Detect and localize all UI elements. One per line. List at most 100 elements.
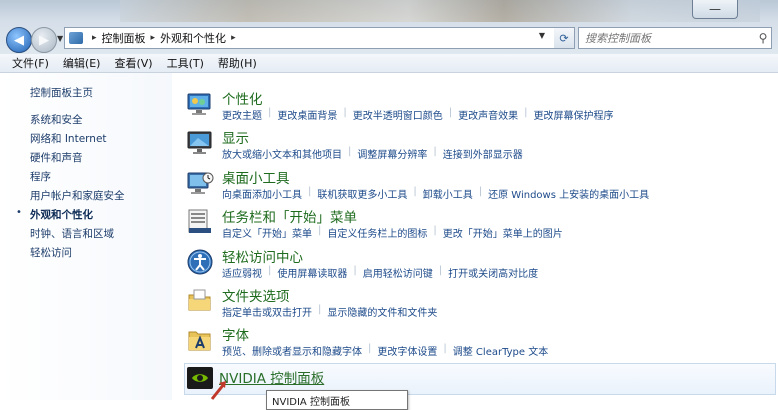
category-links: 更改主题 | 更改桌面背景 | 更改半透明窗口颜色 | 更改声音效果 | 更改屏幕保护程…: [222, 107, 620, 122]
category-title[interactable]: 显示: [222, 127, 249, 147]
recent-pages-dropdown[interactable]: ▼: [57, 34, 63, 43]
address-bar[interactable]: ▸ 控制面板 ▸ 外观和个性化 ▸ ▼: [64, 27, 568, 49]
link-text-size[interactable]: 放大或缩小文本和其他项目: [222, 146, 348, 161]
breadcrumb-control-panel[interactable]: 控制面板: [102, 30, 146, 46]
fonts-icon[interactable]: [186, 326, 214, 354]
sidebar-item-system-security[interactable]: 系统和安全: [30, 112, 83, 127]
link-resolution[interactable]: 调整屏幕分辨率: [357, 146, 433, 161]
link-divider: |: [433, 146, 437, 157]
breadcrumb-separator[interactable]: ▸: [92, 33, 97, 43]
sidebar-item-network[interactable]: 网络和 Internet: [30, 131, 107, 146]
link-change-screensaver[interactable]: 更改屏幕保护程序: [534, 107, 620, 122]
category-links: 放大或缩小文本和其他项目 | 调整屏幕分辨率 | 连接到外部显示器: [222, 146, 529, 161]
title-bar-background: [120, 0, 760, 22]
category-list: 个性化 更改主题 | 更改桌面背景 | 更改半透明窗口颜色 | 更改声音效果 | 更改屏…: [172, 73, 778, 400]
menu-help[interactable]: 帮助(H): [211, 55, 264, 71]
category-title[interactable]: 桌面小工具: [222, 167, 290, 187]
link-customize-taskbar-icons[interactable]: 自定义任务栏上的图标: [327, 225, 433, 240]
category-taskbar: 任务栏和「开始」菜单 自定义「开始」菜单 | 自定义任务栏上的图标 | 更改「开始」…: [186, 206, 776, 246]
link-divider: |: [443, 343, 447, 354]
taskbar-icon[interactable]: [186, 208, 214, 236]
minimize-icon: —: [709, 2, 721, 16]
search-input[interactable]: [579, 30, 755, 46]
link-divider: |: [348, 146, 352, 157]
nvidia-control-panel-link[interactable]: NVIDIA 控制面板: [219, 367, 324, 387]
sidebar-item-appearance[interactable]: 外观和个性化: [30, 207, 93, 222]
link-change-background[interactable]: 更改桌面背景: [277, 107, 343, 122]
link-customize-start[interactable]: 自定义「开始」菜单: [222, 225, 318, 240]
category-title[interactable]: 文件夹选项: [222, 285, 290, 305]
sidebar-item-hardware-sound[interactable]: 硬件和声音: [30, 150, 83, 165]
link-get-more-gadgets[interactable]: 联机获取更多小工具: [317, 186, 413, 201]
category-personalization: 个性化 更改主题 | 更改桌面背景 | 更改半透明窗口颜色 | 更改声音效果 | 更改屏…: [186, 88, 776, 128]
category-links: 自定义「开始」菜单 | 自定义任务栏上的图标 | 更改「开始」菜单上的图片: [222, 225, 569, 240]
category-title[interactable]: 轻松访问中心: [222, 246, 303, 266]
link-change-window-color[interactable]: 更改半透明窗口颜色: [353, 107, 449, 122]
sidebar-home-link[interactable]: 控制面板主页: [30, 85, 93, 100]
gadgets-icon[interactable]: [186, 169, 214, 197]
breadcrumb-appearance[interactable]: 外观和个性化: [160, 30, 226, 46]
menu-edit[interactable]: 编辑(E): [56, 55, 108, 71]
link-divider: |: [433, 225, 437, 236]
breadcrumb-separator[interactable]: ▸: [231, 33, 236, 43]
link-preview-fonts[interactable]: 预览、删除或者显示和隐藏字体: [222, 343, 368, 358]
control-panel-icon: [69, 32, 83, 44]
link-divider: |: [268, 265, 272, 276]
menu-bar: 文件(F) 编辑(E) 查看(V) 工具(T) 帮助(H): [0, 54, 778, 73]
search-box[interactable]: ⚲: [578, 27, 772, 49]
sidebar-item-programs[interactable]: 程序: [30, 169, 51, 184]
link-change-sounds[interactable]: 更改声音效果: [458, 107, 524, 122]
menu-view[interactable]: 查看(V): [107, 55, 159, 71]
link-low-vision[interactable]: 适应弱视: [222, 265, 268, 280]
forward-arrow-icon: ▶: [39, 32, 49, 48]
link-screen-reader[interactable]: 使用屏幕读取器: [277, 265, 353, 280]
link-divider: |: [448, 107, 453, 118]
link-cleartype[interactable]: 调整 ClearType 文本: [453, 343, 554, 358]
forward-button[interactable]: ▶: [31, 27, 57, 53]
folder-options-icon[interactable]: [186, 287, 214, 315]
link-add-gadgets[interactable]: 向桌面添加小工具: [222, 186, 308, 201]
link-divider: |: [343, 107, 347, 118]
link-show-hidden-files[interactable]: 显示隐藏的文件和文件夹: [327, 304, 443, 319]
menu-file[interactable]: 文件(F): [0, 55, 56, 71]
category-fonts: 字体 预览、删除或者显示和隐藏字体 | 更改字体设置 | 调整 ClearType …: [186, 324, 776, 364]
breadcrumb-separator[interactable]: ▸: [151, 33, 156, 43]
link-divider: |: [318, 304, 322, 315]
address-dropdown-icon[interactable]: ▼: [539, 31, 545, 40]
category-links: 向桌面添加小工具 | 联机获取更多小工具 | 卸载小工具 | 还原 Windows 上…: [222, 186, 655, 201]
menu-tools[interactable]: 工具(T): [160, 55, 211, 71]
link-font-settings[interactable]: 更改字体设置: [377, 343, 443, 358]
sidebar-item-clock-region[interactable]: 时钟、语言和区域: [30, 226, 114, 241]
link-change-theme[interactable]: 更改主题: [222, 107, 268, 122]
sidebar: 控制面板主页 系统和安全 网络和 Internet 硬件和声音 程序 用户帐户和…: [0, 73, 172, 400]
link-divider: |: [353, 265, 357, 276]
link-uninstall-gadget[interactable]: 卸载小工具: [423, 186, 479, 201]
ease-of-access-icon[interactable]: [186, 248, 214, 276]
personalization-icon[interactable]: [186, 90, 214, 118]
link-high-contrast[interactable]: 打开或关闭高对比度: [448, 265, 544, 280]
sidebar-item-user-accounts[interactable]: 用户帐户和家庭安全: [30, 188, 125, 203]
category-title[interactable]: 个性化: [222, 88, 263, 108]
search-icon[interactable]: ⚲: [755, 31, 771, 45]
link-divider: |: [308, 186, 312, 197]
category-ease-of-access: 轻松访问中心 适应弱视 | 使用屏幕读取器 | 启用轻松访问键 | 打开或关闭高对比度: [186, 246, 776, 286]
link-single-double-click[interactable]: 指定单击或双击打开: [222, 304, 318, 319]
refresh-button[interactable]: ⟳: [554, 27, 575, 49]
display-icon[interactable]: [186, 129, 214, 157]
category-links: 预览、删除或者显示和隐藏字体 | 更改字体设置 | 调整 ClearType 文本: [222, 343, 554, 358]
category-title[interactable]: 字体: [222, 324, 249, 344]
title-bar: — ◀ ▶ ▼ ▸ 控制面板 ▸ 外观和个性化 ▸ ▼ ⟳ ⚲: [0, 0, 778, 54]
link-divider: |: [524, 107, 528, 118]
link-access-keys[interactable]: 启用轻松访问键: [363, 265, 439, 280]
minimize-button[interactable]: —: [692, 0, 738, 19]
nvidia-tooltip: NVIDIA 控制面板: [266, 390, 408, 410]
back-button[interactable]: ◀: [6, 27, 32, 53]
category-links: 指定单击或双击打开 | 显示隐藏的文件和文件夹: [222, 304, 443, 319]
category-title[interactable]: 任务栏和「开始」菜单: [222, 206, 357, 226]
link-change-start-picture[interactable]: 更改「开始」菜单上的图片: [443, 225, 569, 240]
refresh-icon: ⟳: [559, 31, 569, 45]
link-restore-gadgets[interactable]: 还原 Windows 上安装的桌面小工具: [488, 186, 655, 201]
link-external-display[interactable]: 连接到外部显示器: [443, 146, 529, 161]
sidebar-item-ease-of-access[interactable]: 轻松访问: [30, 245, 72, 260]
category-gadgets: 桌面小工具 向桌面添加小工具 | 联机获取更多小工具 | 卸载小工具 | 还原 Win…: [186, 167, 776, 207]
